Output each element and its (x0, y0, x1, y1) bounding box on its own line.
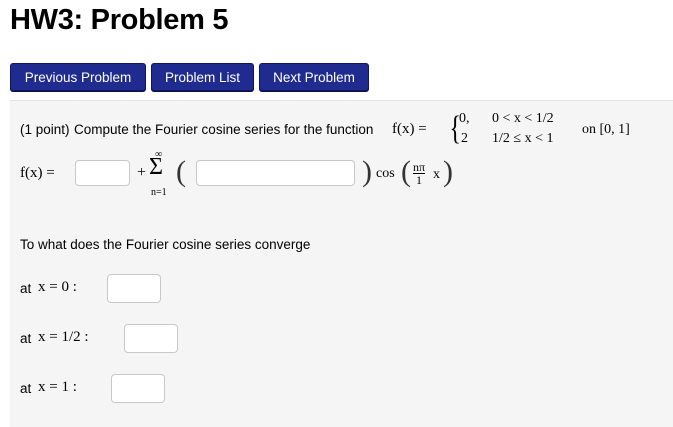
cos-fraction: nπ 1 (413, 158, 426, 187)
fraction-denominator: 1 (416, 173, 423, 187)
converge-x0-input[interactable] (107, 274, 161, 303)
interval: on [0, 1] (582, 122, 630, 137)
page-title: HW3: Problem 5 (10, 4, 229, 36)
problem-prompt: Compute the Fourier cosine series for th… (74, 122, 374, 137)
converge-question: To what does the Fourier cosine series c… (20, 237, 311, 252)
plus-sign: + (137, 164, 147, 181)
fraction-numerator: nπ (413, 160, 426, 174)
an-input[interactable] (196, 160, 355, 186)
previous-problem-button[interactable]: Previous Problem (10, 63, 146, 91)
cos-right-paren: ) (443, 155, 453, 188)
sum-lower-limit: n=1 (151, 187, 167, 198)
sigma-icon: Σ (149, 154, 163, 180)
cos-left-paren: ( (401, 155, 411, 188)
point-expr-2: x = 1/2 : (38, 329, 89, 345)
right-paren: ) (362, 155, 372, 188)
problem-list-button[interactable]: Problem List (151, 63, 254, 91)
cos-label: cos (376, 166, 395, 181)
series-lhs: f(x) = (20, 165, 55, 181)
case2-value: 2 (461, 131, 468, 146)
case1-condition: 0 < x < 1/2 (492, 111, 554, 126)
at-label-3: at (20, 381, 32, 396)
at-label-2: at (20, 331, 32, 346)
a0-input[interactable] (75, 160, 130, 186)
case1-value: 0, (459, 111, 470, 126)
case2-condition: 1/2 ≤ x < 1 (492, 131, 554, 146)
converge-xhalf-input[interactable] (124, 324, 178, 353)
function-lhs: f(x) = (392, 121, 427, 137)
next-problem-button[interactable]: Next Problem (259, 63, 369, 91)
left-paren: ( (176, 155, 186, 188)
problem-panel: (1 point) Compute the Fourier cosine ser… (10, 100, 673, 427)
problem-points: (1 point) (20, 122, 70, 137)
x-variable: x (433, 167, 440, 182)
point-expr-1: x = 0 : (38, 279, 77, 295)
at-label-1: at (20, 281, 32, 296)
point-expr-3: x = 1 : (38, 379, 77, 395)
converge-x1-input[interactable] (111, 374, 165, 403)
